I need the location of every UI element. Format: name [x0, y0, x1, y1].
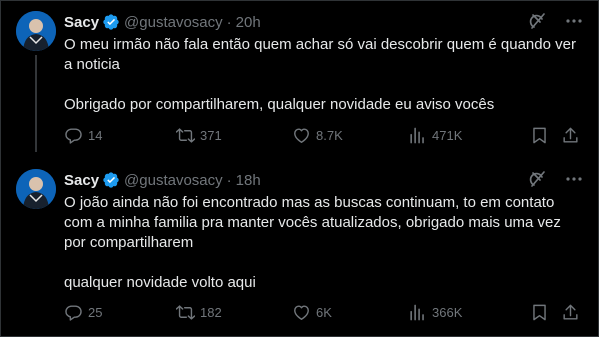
- avatar[interactable]: [16, 169, 56, 209]
- author-name[interactable]: Sacy: [64, 172, 99, 189]
- author-handle[interactable]: @gustavosacy: [124, 172, 223, 189]
- share-button[interactable]: [561, 302, 580, 322]
- reply-button[interactable]: 14: [64, 125, 102, 145]
- bookmark-icon: [530, 126, 549, 145]
- avatar[interactable]: [16, 11, 56, 51]
- views-button[interactable]: 471K: [408, 125, 462, 145]
- bookmark-button[interactable]: [530, 125, 549, 145]
- tweet-actions: 25 182 6K 366K: [64, 302, 583, 322]
- thread-connector-line: [35, 55, 37, 152]
- like-button[interactable]: 6K: [292, 302, 332, 322]
- reply-count: 14: [88, 127, 103, 143]
- share-button[interactable]: [561, 125, 580, 145]
- repost-count: 371: [200, 127, 222, 143]
- repost-button[interactable]: 182: [176, 302, 222, 322]
- share-icon: [561, 303, 580, 322]
- separator-dot: ·: [226, 13, 232, 31]
- analytics-icon: [408, 303, 427, 322]
- views-button[interactable]: 366K: [408, 302, 462, 322]
- share-icon: [561, 126, 580, 145]
- timestamp[interactable]: 18h: [236, 172, 261, 189]
- like-button[interactable]: 8.7K: [292, 125, 343, 145]
- repost-icon: [176, 303, 195, 322]
- views-count: 366K: [432, 304, 463, 320]
- views-count: 471K: [432, 127, 463, 143]
- like-count: 8.7K: [316, 127, 343, 143]
- tweet-actions: 14 371 8.7K 471K: [64, 125, 583, 145]
- reply-count: 25: [88, 304, 103, 320]
- timestamp[interactable]: 20h: [236, 14, 261, 31]
- grok-icon[interactable]: [529, 12, 547, 30]
- like-count: 6K: [316, 304, 332, 320]
- reply-icon: [64, 303, 83, 322]
- reply-button[interactable]: 25: [64, 302, 102, 322]
- tweet[interactable]: Sacy @gustavosacy · 20h O meu irmão não …: [0, 0, 599, 160]
- reply-icon: [64, 126, 83, 145]
- heart-icon: [292, 126, 311, 145]
- verified-badge-icon: [102, 171, 120, 189]
- analytics-icon: [408, 126, 427, 145]
- tweet-text: O joão ainda não foi encontrado mas as b…: [64, 194, 561, 291]
- verified-badge-icon: [102, 13, 120, 31]
- repost-count: 182: [200, 304, 222, 320]
- repost-icon: [176, 126, 195, 145]
- author-handle[interactable]: @gustavosacy: [124, 14, 223, 31]
- tweet[interactable]: Sacy @gustavosacy · 18h O joão ainda não…: [0, 160, 599, 337]
- tweet-text: O meu irmão não fala então quem achar só…: [64, 36, 576, 113]
- more-options-icon[interactable]: [565, 12, 583, 30]
- repost-button[interactable]: 371: [176, 125, 222, 145]
- separator-dot: ·: [226, 171, 232, 189]
- heart-icon: [292, 303, 311, 322]
- tweet-header: Sacy @gustavosacy · 20h: [64, 12, 583, 32]
- author-name[interactable]: Sacy: [64, 14, 99, 31]
- bookmark-icon: [530, 303, 549, 322]
- bookmark-button[interactable]: [530, 302, 549, 322]
- more-options-icon[interactable]: [565, 170, 583, 188]
- tweet-header: Sacy @gustavosacy · 18h: [64, 170, 583, 190]
- grok-icon[interactable]: [529, 170, 547, 188]
